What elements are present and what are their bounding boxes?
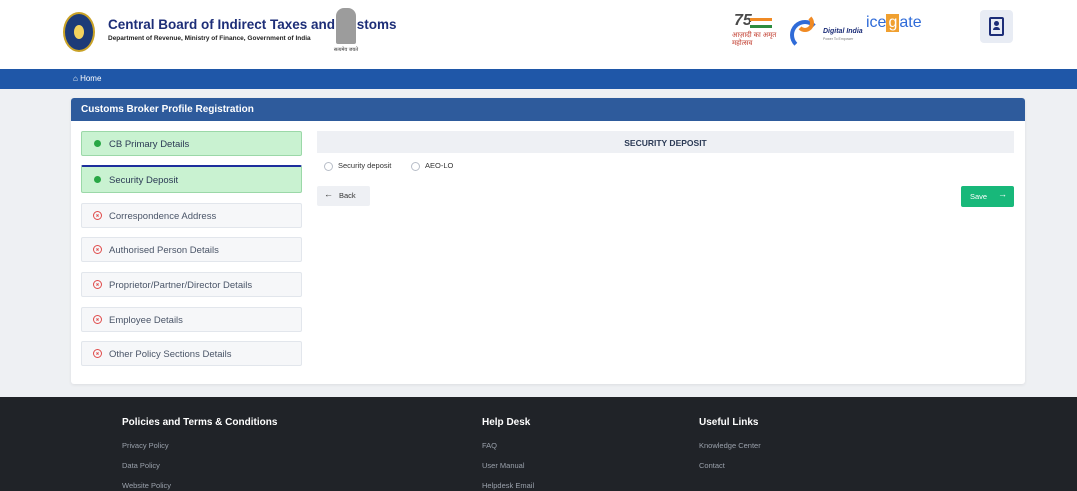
radio-label: Security deposit xyxy=(338,161,392,170)
ashoka-pillar-shape xyxy=(336,8,356,44)
nav-bar: ⌂ Home xyxy=(0,69,1077,89)
section-title: SECURITY DEPOSIT xyxy=(624,138,707,148)
footer-link-user-manual[interactable]: User Manual xyxy=(482,461,525,470)
digital-india-icon xyxy=(790,14,820,50)
step-cb-primary-details[interactable]: CB Primary Details xyxy=(81,131,302,156)
site-header: Central Board of Indirect Taxes and Cust… xyxy=(0,0,1077,69)
org-subtitle: Department of Revenue, Ministry of Finan… xyxy=(108,35,311,42)
arrow-right-icon: → xyxy=(998,189,1007,199)
step-incomplete-icon xyxy=(93,211,102,220)
cbic-emblem-icon xyxy=(63,12,95,52)
footer-link-helpdesk-email[interactable]: Helpdesk Email xyxy=(482,481,534,490)
save-button[interactable]: Save → xyxy=(961,186,1014,207)
step-label: Employee Details xyxy=(109,315,183,326)
step-security-deposit[interactable]: Security Deposit xyxy=(81,165,302,193)
footer-policies-title: Policies and Terms & Conditions xyxy=(122,417,278,428)
footer-link-website-policy[interactable]: Website Policy xyxy=(122,481,171,490)
radio-circle[interactable] xyxy=(324,162,333,171)
step-label: CB Primary Details xyxy=(109,139,190,150)
ashoka-emblem-icon: सत्यमेव जयते xyxy=(331,6,361,54)
step-label: Other Policy Sections Details xyxy=(109,349,232,360)
card-header: Customs Broker Profile Registration xyxy=(71,98,1025,121)
step-correspondence-address[interactable]: Correspondence Address xyxy=(81,203,302,228)
footer-link-privacy-policy[interactable]: Privacy Policy xyxy=(122,441,169,450)
site-footer: Policies and Terms & Conditions Privacy … xyxy=(0,397,1077,491)
profile-card-icon-body xyxy=(993,27,1000,30)
back-label: Back xyxy=(339,191,356,200)
digital-india-swoosh-orange xyxy=(796,14,814,32)
radio-circle[interactable] xyxy=(411,162,420,171)
arrow-left-icon: ← xyxy=(324,189,333,199)
azadi-number: 75 xyxy=(734,12,752,29)
digital-india-text: Digital India xyxy=(823,28,863,35)
step-authorised-person-details[interactable]: Authorised Person Details xyxy=(81,237,302,262)
step-incomplete-icon xyxy=(93,280,102,289)
save-label: Save xyxy=(970,192,988,201)
emblem-motto: सत्यमेव जयते xyxy=(333,47,359,53)
step-proprietor-partner-director-details[interactable]: Proprietor/Partner/Director Details xyxy=(81,272,302,297)
radio-security-deposit[interactable]: Security deposit xyxy=(324,160,404,172)
step-incomplete-icon xyxy=(93,245,102,254)
home-link[interactable]: ⌂ Home xyxy=(73,74,101,83)
profile-button[interactable] xyxy=(980,10,1013,43)
card-title: Customs Broker Profile Registration xyxy=(81,104,254,115)
azadi-text: आज़ादी का अमृत महोत्सव xyxy=(732,32,777,47)
footer-link-contact[interactable]: Contact xyxy=(699,461,725,470)
registration-card: Customs Broker Profile Registration CB P… xyxy=(71,98,1025,384)
azadi-ka-amrit-mahotsav-logo: 75 आज़ादी का अमृत महोत्सव xyxy=(732,12,780,48)
step-label: Correspondence Address xyxy=(109,211,217,222)
icegate-logo-part-1: ice xyxy=(866,14,887,31)
step-incomplete-icon xyxy=(93,315,102,324)
footer-helpdesk-title: Help Desk xyxy=(482,417,531,428)
step-complete-icon xyxy=(94,176,101,183)
step-label: Security Deposit xyxy=(109,175,179,186)
step-label: Proprietor/Partner/Director Details xyxy=(109,280,253,291)
icegate-logo-part-3: ate xyxy=(899,14,922,31)
icegate-logo-part-2: g xyxy=(886,14,900,32)
home-icon: ⌂ xyxy=(73,74,78,83)
step-employee-details[interactable]: Employee Details xyxy=(81,307,302,332)
icegate-logo[interactable]: ice g ate xyxy=(866,14,922,32)
profile-card-icon-head xyxy=(994,21,999,26)
step-label: Authorised Person Details xyxy=(109,245,219,256)
footer-link-knowledge-center[interactable]: Knowledge Center xyxy=(699,441,761,450)
radio-aeo-lo[interactable]: AEO-LO xyxy=(411,160,456,172)
step-complete-icon xyxy=(94,140,101,147)
home-label: Home xyxy=(80,74,102,83)
back-button[interactable]: ← Back xyxy=(317,186,370,206)
footer-link-faq[interactable]: FAQ xyxy=(482,441,497,450)
radio-label: AEO-LO xyxy=(425,161,454,170)
step-incomplete-icon xyxy=(93,349,102,358)
footer-link-data-policy[interactable]: Data Policy xyxy=(122,461,160,470)
section-header: SECURITY DEPOSIT xyxy=(317,131,1014,153)
digital-india-tagline: Power To Empower xyxy=(823,37,854,41)
tricolor-flag-icon xyxy=(750,18,772,21)
footer-useful-links-title: Useful Links xyxy=(699,417,759,428)
step-other-policy-sections-details[interactable]: Other Policy Sections Details xyxy=(81,341,302,366)
